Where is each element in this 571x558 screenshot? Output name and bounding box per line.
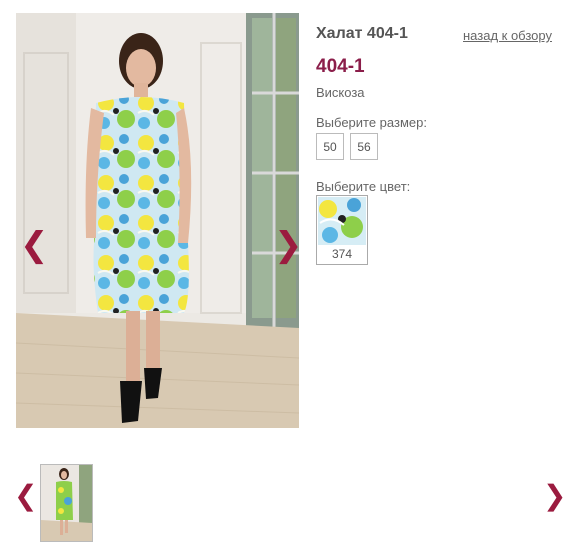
size-selector-label: Выберите размер: [316, 115, 427, 130]
color-code: 374 [331, 247, 353, 261]
product-title: Халат 404-1 [316, 25, 408, 42]
product-material: Вискоза [316, 85, 365, 100]
size-option-56[interactable]: 56 [350, 133, 378, 160]
thumbnails-prev-arrow-icon[interactable]: ❮ [14, 482, 37, 510]
color-selector-label: Выберите цвет: [316, 179, 411, 194]
product-article: 404-1 [316, 56, 365, 77]
photo-prev-arrow-icon[interactable]: ❮ [20, 228, 49, 262]
back-to-overview-link[interactable]: назад к обзору [463, 28, 552, 43]
product-main-photo [16, 13, 299, 428]
thumbnails-next-arrow-icon[interactable]: ❯ [543, 482, 566, 510]
color-option-374[interactable]: 374 [316, 195, 368, 265]
color-swatch-image [318, 197, 366, 245]
size-options: 50 56 [316, 133, 378, 160]
photo-next-arrow-icon[interactable]: ❯ [274, 228, 303, 262]
thumbnail-image[interactable] [40, 464, 93, 542]
size-option-50[interactable]: 50 [316, 133, 344, 160]
